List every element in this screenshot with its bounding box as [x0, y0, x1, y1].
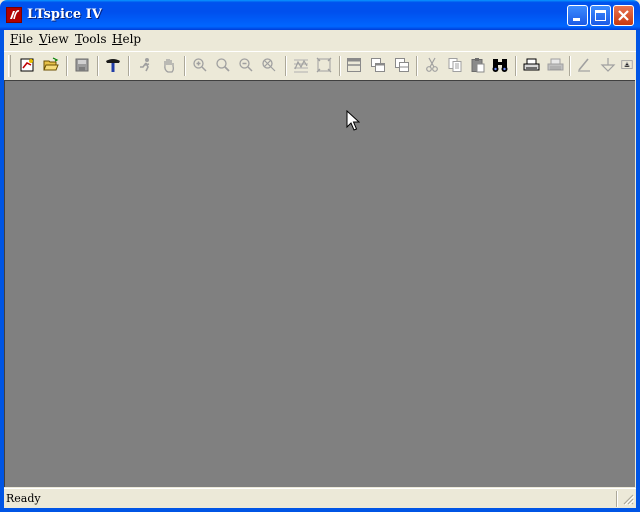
menu-file[interactable]: File [10, 32, 33, 46]
zoom-out-button[interactable] [236, 55, 256, 75]
maximize-icon [595, 10, 606, 21]
copy-button[interactable] [445, 55, 465, 75]
title-bar[interactable]: LTspice IV [0, 0, 640, 30]
ltspice-window: LTspice IV File View Tools Help Ready [0, 0, 640, 512]
save-button[interactable] [72, 55, 92, 75]
window-frame-right [636, 30, 640, 512]
mouse-pointer-icon [346, 110, 360, 131]
print-preview-icon [523, 58, 539, 71]
run-button[interactable] [135, 55, 155, 75]
menu-view[interactable]: View [39, 32, 69, 46]
draw-wire-icon [578, 58, 590, 72]
pan-button[interactable] [159, 55, 179, 75]
toolbar-separator [285, 56, 287, 76]
menu-help-accelerator: H [112, 32, 123, 46]
tile-horizontal-icon [347, 58, 361, 72]
minimize-button[interactable] [567, 5, 588, 26]
minimize-icon [573, 18, 580, 21]
find-button[interactable] [490, 55, 510, 75]
ground-button[interactable] [598, 55, 618, 75]
toolbar-separator [569, 56, 571, 76]
status-text: Ready [6, 492, 41, 505]
window-title: LTspice IV [27, 7, 102, 22]
status-bar: Ready [4, 488, 636, 508]
save-icon [75, 58, 89, 72]
toolbar-separator [128, 56, 130, 76]
paste-button[interactable] [468, 55, 488, 75]
run-simulation-icon [140, 58, 150, 72]
cut-button[interactable] [422, 55, 442, 75]
maximize-button[interactable] [590, 5, 611, 26]
label-net-button[interactable] [620, 55, 634, 75]
print-preview-button[interactable] [521, 55, 541, 75]
zoom-fit-button[interactable] [259, 55, 279, 75]
ground-icon [600, 58, 616, 72]
close-icon [618, 10, 629, 21]
pan-hand-icon [164, 59, 174, 73]
cascade-icon [371, 58, 385, 72]
cascade-button[interactable] [368, 55, 388, 75]
label-net-icon [621, 60, 633, 69]
toolbar-separator [66, 56, 68, 76]
toolbar [4, 51, 636, 79]
control-panel-button[interactable] [103, 55, 123, 75]
autorange-button[interactable] [291, 55, 311, 75]
close-button[interactable] [613, 5, 634, 26]
toolbar-separator [184, 56, 186, 76]
menu-help[interactable]: Help [112, 32, 141, 46]
menu-view-label: iew [47, 32, 69, 46]
zoom-area-icon [216, 58, 230, 72]
copy-icon [448, 58, 462, 72]
open-button[interactable] [41, 55, 61, 75]
toolbar-separator [515, 56, 517, 76]
autorange-icon [294, 59, 308, 73]
zoom-out-icon [239, 58, 253, 72]
tile-vertical-icon [395, 58, 409, 72]
new-schematic-button[interactable] [17, 55, 37, 75]
zoom-in-button[interactable] [190, 55, 210, 75]
paste-icon [471, 58, 485, 73]
fit-window-icon [316, 57, 332, 73]
cut-scissors-icon [426, 57, 438, 72]
toolbar-separator [416, 56, 418, 76]
zoom-in-icon [193, 58, 207, 72]
status-separator [616, 491, 618, 507]
find-binoculars-icon [492, 59, 508, 72]
menu-file-label: ile [18, 32, 34, 46]
menu-tools[interactable]: Tools [75, 32, 107, 46]
zoom-fit-icon [262, 58, 276, 72]
resize-grip-icon[interactable] [622, 493, 634, 505]
toolbar-separator [97, 56, 99, 76]
toolbar-grip[interactable] [8, 55, 11, 77]
tile-horizontal-button[interactable] [344, 55, 364, 75]
new-schematic-icon [20, 58, 34, 72]
menu-bar: File View Tools Help [4, 30, 636, 50]
menu-help-label: elp [122, 32, 142, 46]
toolbar-separator [339, 56, 341, 76]
open-folder-icon [43, 57, 59, 71]
zoom-area-button[interactable] [213, 55, 233, 75]
fit-window-button[interactable] [314, 55, 334, 75]
print-button[interactable] [545, 55, 565, 75]
draw-wire-button[interactable] [574, 55, 594, 75]
control-panel-hammer-icon [106, 59, 120, 72]
window-frame-bottom [0, 508, 640, 512]
mdi-workspace[interactable] [4, 80, 635, 487]
menu-tools-label: ools [82, 32, 107, 46]
print-icon [547, 58, 563, 71]
tile-vertical-button[interactable] [392, 55, 412, 75]
ltspice-logo-icon[interactable] [6, 7, 22, 23]
